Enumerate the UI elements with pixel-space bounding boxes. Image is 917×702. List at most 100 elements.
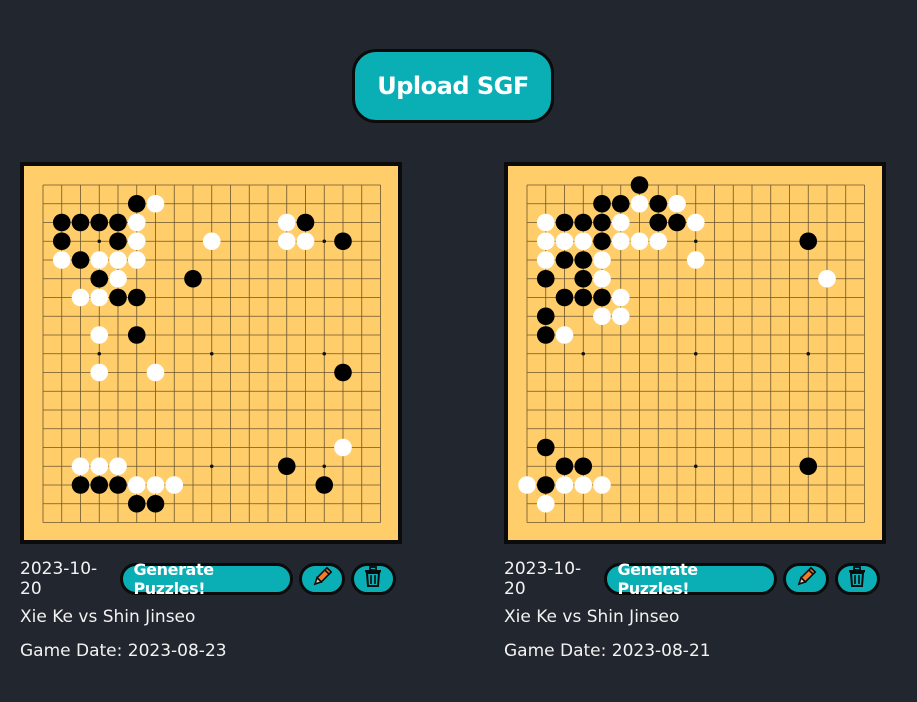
star-point [693,351,698,356]
black-stone [536,476,555,494]
black-stone [109,288,127,307]
white-stone [296,232,315,251]
black-stone [127,326,146,344]
trash-icon [847,566,867,592]
black-stone [127,494,146,513]
upload-sgf-button[interactable]: Upload SGF [352,49,554,123]
white-stone [127,232,146,251]
white-stone [630,194,649,213]
white-stone [109,251,127,269]
white-stone [593,307,611,326]
black-stone [593,232,611,251]
star-point [97,239,102,244]
white-stone [146,363,165,382]
generate-puzzles-button[interactable]: Generate Puzzles! [120,560,294,598]
black-stone [127,194,146,213]
white-stone [146,194,165,213]
white-stone [109,457,127,476]
black-stone [555,288,574,307]
black-stone [799,457,818,476]
generate-puzzles-button[interactable]: Generate Puzzles! [604,560,778,598]
created-date: 2023-10-20 [504,559,582,599]
black-stone [90,269,109,288]
white-stone [90,326,109,344]
white-stone [90,288,109,307]
white-stone [334,438,352,457]
white-stone [71,288,90,307]
delete-button[interactable] [834,563,880,595]
edit-button[interactable] [299,563,345,595]
black-stone [799,232,818,251]
star-point [322,239,327,244]
star-point [322,351,327,356]
game-date-text: Game Date: 2023-08-21 [504,641,711,661]
black-stone [296,213,315,232]
white-stone [127,213,146,232]
black-stone [630,176,649,194]
white-stone [686,251,705,269]
black-stone [555,213,574,232]
delete-button[interactable] [350,563,396,595]
black-stone [127,288,146,307]
black-stone [52,213,71,232]
card-actions: 2023-10-20 Generate Puzzles! [20,559,402,599]
star-point [693,464,698,469]
white-stone [555,326,574,344]
black-stone [184,269,202,288]
game-card: 2023-10-20 Generate Puzzles! Xie Ke vs S… [504,162,886,663]
black-stone [277,457,296,476]
white-stone [611,232,630,251]
white-stone [536,232,555,251]
white-stone [52,251,71,269]
white-stone [611,213,630,232]
star-point [209,351,214,356]
go-board-canvas [518,176,865,523]
white-stone [127,251,146,269]
white-stone [277,232,296,251]
black-stone [315,476,334,494]
star-point [581,351,586,356]
black-stone [146,494,165,513]
card-actions: 2023-10-20 Generate Puzzles! [504,559,886,599]
black-stone [52,232,71,251]
black-stone [334,363,352,382]
black-stone [71,476,90,494]
black-stone [574,269,593,288]
white-stone [630,232,649,251]
black-stone [536,438,555,457]
white-stone [668,194,686,213]
white-stone [71,457,90,476]
black-stone [649,194,668,213]
black-stone [593,213,611,232]
black-stone [555,251,574,269]
black-stone [555,457,574,476]
black-stone [90,476,109,494]
white-stone [109,269,127,288]
trash-icon [363,566,383,592]
black-stone [574,251,593,269]
black-stone [109,476,127,494]
pencil-icon [795,566,817,592]
black-stone [109,213,127,232]
black-stone [593,194,611,213]
edit-button[interactable] [783,563,829,595]
black-stone [536,269,555,288]
go-board[interactable] [504,162,886,544]
white-stone [90,363,109,382]
black-stone [109,232,127,251]
white-stone [536,494,555,513]
white-stone [536,251,555,269]
white-stone [611,288,630,307]
black-stone [649,213,668,232]
black-stone [71,213,90,232]
white-stone [593,251,611,269]
star-point [209,464,214,469]
white-stone [555,232,574,251]
star-point [693,239,698,244]
white-stone [90,251,109,269]
white-stone [127,476,146,494]
go-board[interactable] [20,162,402,544]
black-stone [574,288,593,307]
white-stone [518,476,536,494]
white-stone [649,232,668,251]
